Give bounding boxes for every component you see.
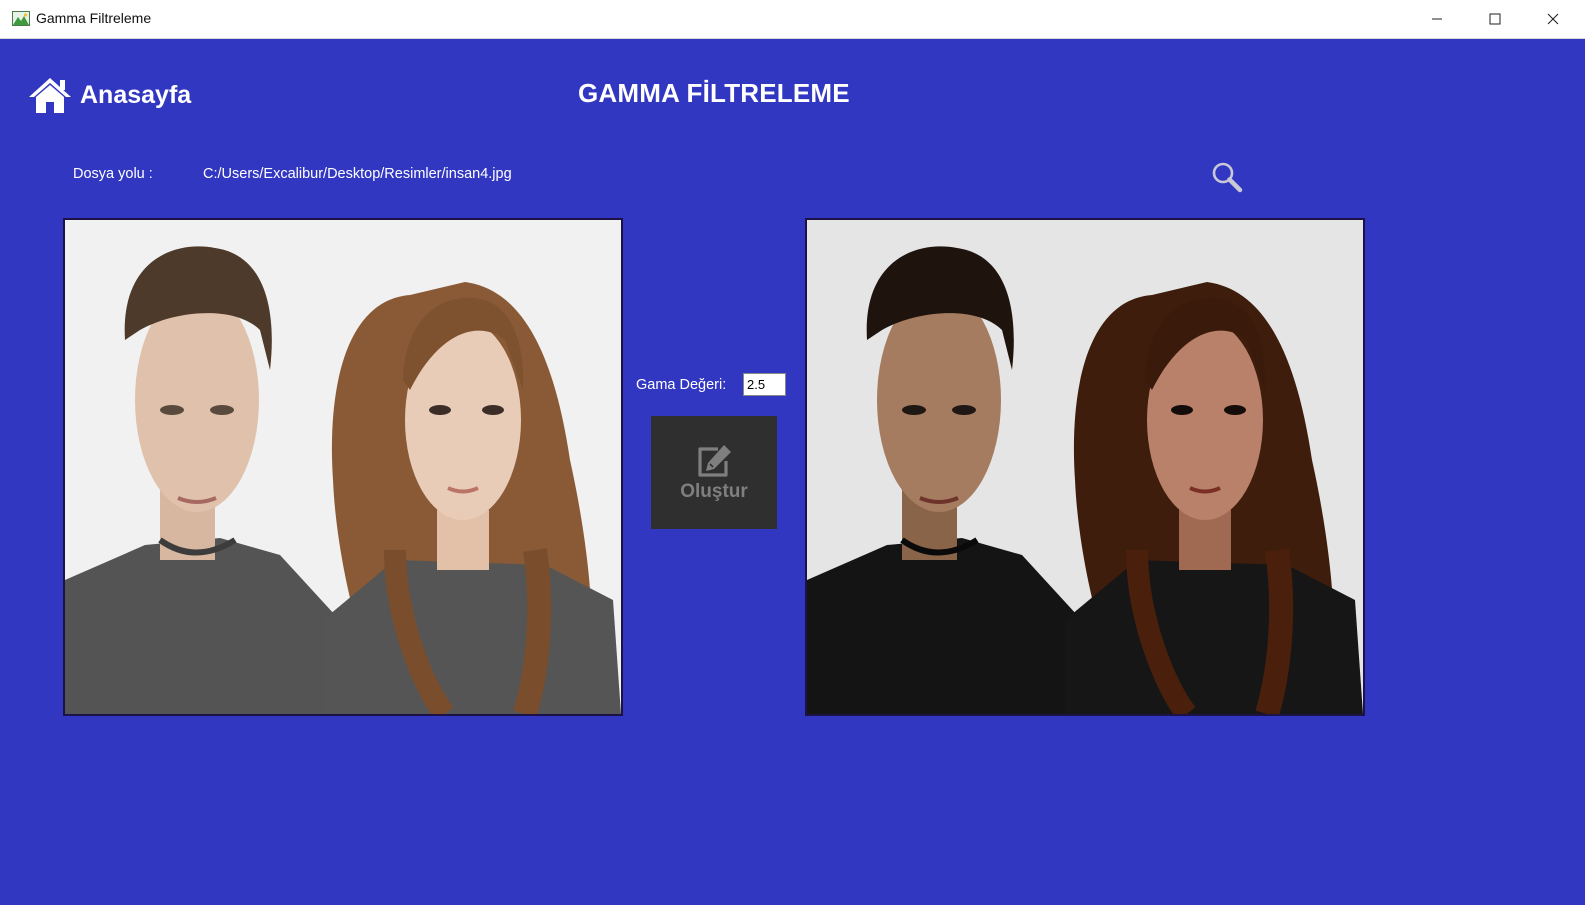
browse-file-button[interactable] [1210,160,1246,196]
close-button[interactable] [1524,0,1582,38]
create-button-label: Oluştur [680,480,748,502]
gamma-filtered-photo [807,220,1363,714]
home-icon [29,78,71,113]
gamma-label: Gama Değeri: [636,377,727,393]
home-label: Anasayfa [80,80,192,109]
original-photo [65,220,621,714]
file-path-label: Dosya yolu : [73,166,153,182]
edit-icon [698,444,731,477]
file-path-value: C:/Users/Excalibur/Desktop/Resimler/insa… [203,166,512,182]
home-nav-button[interactable]: Anasayfa [28,76,191,114]
minimize-icon [1432,18,1442,20]
result-image [805,218,1365,716]
title-bar: Gamma Filtreleme [0,0,1585,39]
maximize-icon [1489,13,1501,25]
app-window: Gamma Filtreleme Anasayfa GAMMA FİLTRELE… [0,0,1585,905]
maximize-button[interactable] [1466,0,1524,38]
minimize-button[interactable] [1408,0,1466,38]
window-title: Gamma Filtreleme [36,10,152,26]
search-icon [1212,162,1243,193]
page-title: GAMMA FİLTRELEME [578,78,850,108]
gamma-value-input[interactable] [743,373,786,396]
original-image [63,218,623,716]
create-button[interactable]: Oluştur [651,416,777,529]
close-icon [1547,13,1559,25]
app-picture-icon [12,11,30,26]
